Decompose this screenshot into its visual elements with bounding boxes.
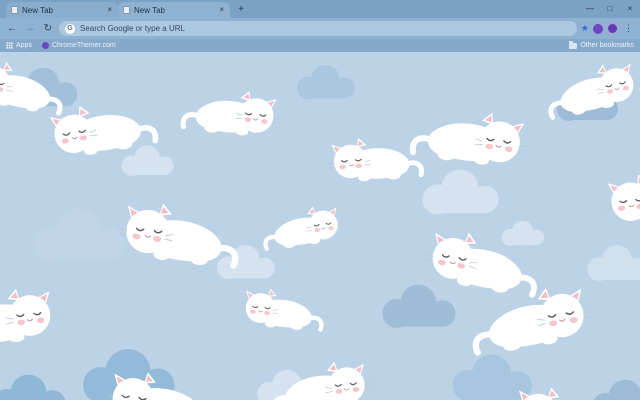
window-controls: — □ ×: [580, 0, 640, 18]
menu-icon[interactable]: ⋮: [622, 23, 635, 34]
minimize-button[interactable]: —: [580, 0, 600, 18]
folder-icon: [569, 40, 578, 49]
reload-button[interactable]: ↻: [41, 23, 55, 34]
page-icon: [123, 6, 130, 14]
bookmark-apps[interactable]: Apps: [6, 42, 32, 49]
bookmark-label: Apps: [16, 42, 32, 49]
close-tab-icon[interactable]: ×: [106, 6, 113, 14]
close-tab-icon[interactable]: ×: [218, 6, 225, 14]
tab-new-tab-1[interactable]: New Tab ×: [6, 2, 118, 18]
apps-grid-icon: [6, 42, 13, 49]
bookmark-label: ChromeThemer.com: [51, 42, 116, 49]
profile-avatar[interactable]: [607, 23, 618, 34]
new-tab-button[interactable]: +: [234, 3, 248, 17]
page-icon: [11, 6, 18, 14]
forward-button[interactable]: →: [23, 23, 37, 34]
close-window-button[interactable]: ×: [620, 0, 640, 18]
other-bookmarks[interactable]: Other bookmarks: [569, 40, 634, 49]
tab-new-tab-2[interactable]: New Tab ×: [118, 2, 230, 18]
back-button[interactable]: ←: [5, 23, 19, 34]
bookmark-chromethemer[interactable]: ChromeThemer.com: [41, 42, 116, 49]
bookmarks-bar: Apps ChromeThemer.com Other bookmarks: [0, 39, 640, 52]
address-bar[interactable]: G Search Google or type a URL: [59, 21, 577, 36]
wallpaper: [0, 52, 640, 400]
tab-strip: New Tab × New Tab × + — □ ×: [0, 0, 640, 18]
maximize-button[interactable]: □: [600, 0, 620, 18]
bookmark-star-icon[interactable]: ★: [581, 24, 589, 33]
tab-title: New Tab: [22, 5, 53, 15]
toolbar: ← → ↻ G Search Google or type a URL ★ ⋮: [0, 18, 640, 39]
tab-title: New Tab: [134, 5, 165, 15]
address-bar-placeholder: Search Google or type a URL: [80, 24, 185, 33]
google-logo-icon: G: [65, 23, 75, 34]
extension-icon[interactable]: [593, 23, 603, 34]
browser-window: New Tab × New Tab × + — □ × ← → ↻ G Sear…: [0, 0, 640, 400]
other-bookmarks-label: Other bookmarks: [580, 42, 634, 49]
bookmark-favicon: [41, 42, 49, 49]
wallpaper-cats-illustration: [0, 52, 640, 400]
